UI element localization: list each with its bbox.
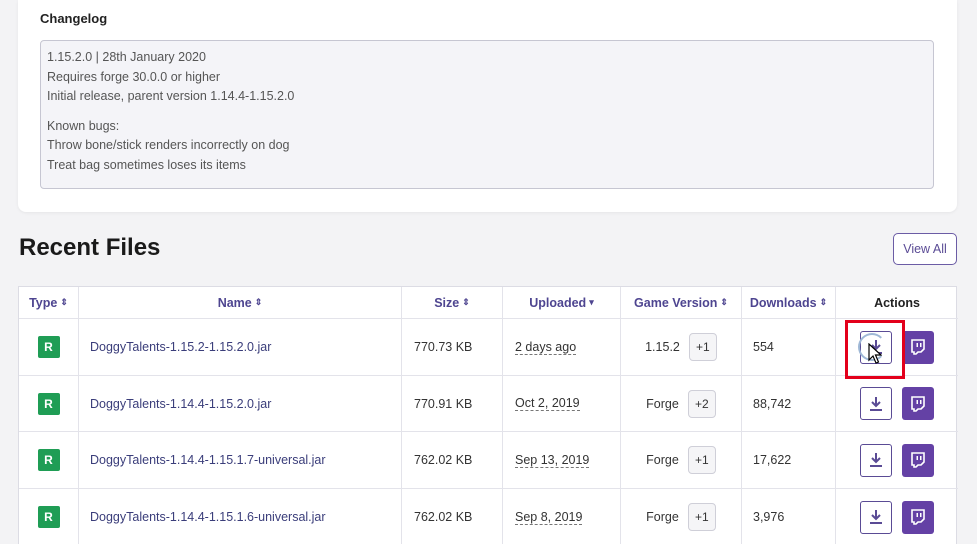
column-header-downloads[interactable]: Downloads ⇕ bbox=[742, 287, 836, 318]
upload-date: 2 days ago bbox=[515, 339, 577, 355]
file-name-link[interactable]: DoggyTalents-1.15.2-1.15.2.0.jar bbox=[79, 319, 402, 375]
recent-files-title: Recent Files bbox=[19, 234, 161, 261]
upload-date: Sep 13, 2019 bbox=[515, 452, 590, 468]
upload-date: Sep 8, 2019 bbox=[515, 509, 583, 525]
download-count: 88,742 bbox=[742, 376, 836, 431]
download-icon bbox=[870, 396, 882, 411]
twitch-install-button[interactable] bbox=[902, 330, 934, 364]
file-size: 762.02 KB bbox=[402, 489, 503, 544]
twitch-icon bbox=[911, 395, 925, 412]
download-count: 554 bbox=[742, 319, 836, 375]
file-name-link[interactable]: DoggyTalents-1.14.4-1.15.1.6-universal.j… bbox=[79, 489, 402, 544]
table-row: R DoggyTalents-1.14.4-1.15.2.0.jar 770.9… bbox=[19, 376, 958, 432]
more-versions-badge[interactable]: +1 bbox=[687, 503, 716, 531]
changelog-line: 1.15.2.0 | 28th January 2020 bbox=[47, 50, 206, 64]
sort-icon: ⇕ bbox=[819, 297, 828, 307]
download-button[interactable] bbox=[860, 387, 892, 420]
column-header-actions: Actions bbox=[874, 295, 920, 310]
release-type-badge: R bbox=[37, 449, 60, 471]
changelog-text: 1.15.2.0 | 28th January 2020 Requires fo… bbox=[40, 40, 934, 189]
sort-icon: ⇕ bbox=[720, 297, 728, 307]
column-header-size[interactable]: Size ⇕ bbox=[402, 287, 503, 318]
table-header-row: Type ⇕ Name ⇕ Size ⇕ Uploaded ▾ Game Version… bbox=[19, 287, 958, 319]
game-version: 1.15.2 bbox=[645, 340, 680, 354]
release-type-badge: R bbox=[37, 392, 60, 415]
release-type-badge: R bbox=[37, 506, 60, 528]
changelog-line: Throw bone/stick renders incorrectly on … bbox=[47, 138, 290, 152]
changelog-line: Treat bag sometimes loses its items bbox=[47, 157, 246, 172]
file-name-link[interactable]: DoggyTalents-1.14.4-1.15.1.7-universal.j… bbox=[79, 432, 402, 488]
changelog-title: Changelog bbox=[40, 11, 108, 26]
view-all-button[interactable]: View All bbox=[893, 233, 957, 265]
twitch-install-button[interactable] bbox=[902, 443, 934, 477]
file-name-link[interactable]: DoggyTalents-1.14.4-1.15.2.0.jar bbox=[79, 376, 402, 431]
column-header-game-version[interactable]: Game Version ⇕ bbox=[621, 287, 742, 318]
download-count: 17,622 bbox=[742, 432, 836, 488]
download-count: 3,976 bbox=[742, 489, 836, 544]
twitch-icon bbox=[911, 452, 925, 468]
download-icon bbox=[870, 510, 882, 524]
more-versions-badge[interactable]: +2 bbox=[687, 389, 716, 418]
table-row: R DoggyTalents-1.14.4-1.15.1.6-universal… bbox=[19, 489, 958, 544]
changelog-card: Changelog 1.15.2.0 | 28th January 2020 R… bbox=[18, 0, 957, 212]
download-button[interactable] bbox=[860, 443, 892, 477]
table-row: R DoggyTalents-1.15.2-1.15.2.0.jar 770.7… bbox=[19, 319, 958, 376]
file-size: 762.02 KB bbox=[402, 432, 503, 488]
sort-icon: ⇕ bbox=[254, 297, 263, 307]
release-type-badge: R bbox=[37, 336, 60, 358]
game-version: Forge bbox=[646, 510, 679, 524]
changelog-line: Initial release, parent version 1.14.4-1… bbox=[47, 89, 295, 103]
column-header-uploaded[interactable]: Uploaded ▾ bbox=[503, 287, 621, 318]
sort-icon: ⇕ bbox=[462, 297, 470, 307]
changelog-line: Known bugs: bbox=[47, 118, 120, 133]
table-row: R DoggyTalents-1.14.4-1.15.1.7-universal… bbox=[19, 432, 958, 489]
game-version: Forge bbox=[646, 453, 679, 467]
column-header-name[interactable]: Name ⇕ bbox=[79, 287, 402, 318]
recent-files-table: Type ⇕ Name ⇕ Size ⇕ Uploaded ▾ Game Version… bbox=[18, 286, 958, 544]
changelog-line: Requires forge 30.0.0 or higher bbox=[47, 69, 221, 84]
twitch-icon bbox=[911, 339, 925, 355]
more-versions-badge[interactable]: +1 bbox=[688, 333, 717, 361]
sort-icon: ⇕ bbox=[60, 297, 68, 307]
file-size: 770.73 KB bbox=[402, 319, 503, 375]
mouse-cursor-icon bbox=[868, 343, 882, 364]
download-icon bbox=[870, 453, 882, 467]
file-size: 770.91 KB bbox=[402, 376, 503, 431]
twitch-install-button[interactable] bbox=[902, 500, 934, 534]
game-version: Forge bbox=[646, 396, 679, 411]
column-header-type[interactable]: Type ⇕ bbox=[19, 287, 79, 318]
twitch-install-button[interactable] bbox=[902, 387, 934, 420]
more-versions-badge[interactable]: +1 bbox=[687, 446, 716, 474]
sort-desc-icon: ▾ bbox=[589, 297, 594, 307]
twitch-icon bbox=[911, 509, 925, 525]
upload-date: Oct 2, 2019 bbox=[515, 396, 580, 411]
download-button[interactable] bbox=[860, 500, 892, 534]
